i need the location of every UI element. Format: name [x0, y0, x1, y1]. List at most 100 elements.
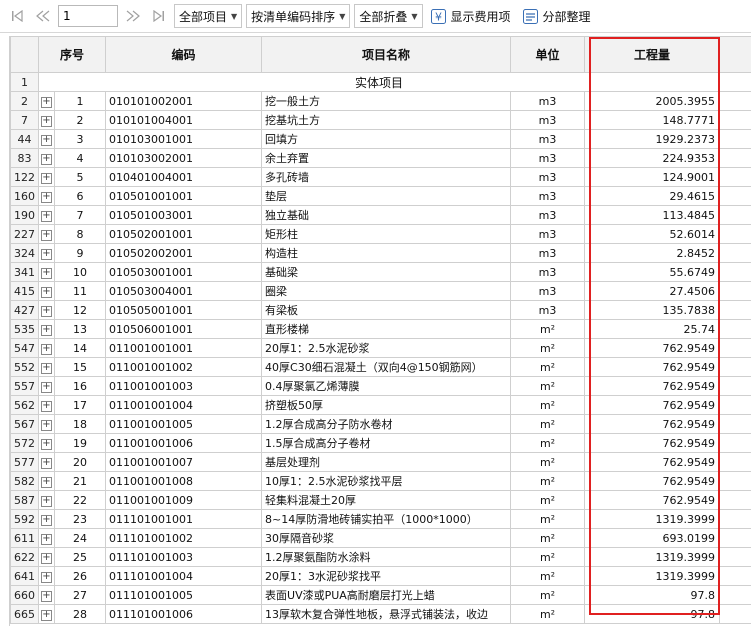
quantity-cell[interactable]: 113.4845 — [584, 205, 721, 225]
table-row[interactable]: 160 +6 010501001001 垫层 m3 29.4615 — [10, 186, 751, 206]
seq-cell[interactable]: 12 — [53, 300, 107, 320]
expand-plus-icon[interactable]: + — [41, 192, 52, 203]
name-cell[interactable]: 构造柱 — [261, 243, 512, 263]
expand-plus-icon[interactable]: + — [41, 458, 52, 469]
quantity-cell[interactable]: 762.9549 — [584, 471, 721, 491]
expand-toggle[interactable]: + — [38, 604, 55, 624]
seq-cell[interactable]: 26 — [53, 566, 107, 586]
code-cell[interactable]: 011001001001 — [105, 338, 263, 358]
expand-toggle[interactable]: + — [38, 148, 55, 168]
quantity-cell[interactable]: 25.74 — [584, 319, 721, 339]
name-cell[interactable]: 13厚软木复合弹性地板，悬浮式铺装法，收边 — [261, 604, 512, 624]
seq-cell[interactable]: 2 — [53, 110, 107, 130]
expand-plus-icon[interactable]: + — [41, 230, 52, 241]
table-row[interactable]: 190 +7 010501003001 独立基础 m3 113.4845 — [10, 205, 751, 225]
expand-toggle[interactable]: + — [38, 376, 55, 396]
quantity-cell[interactable]: 97.8 — [584, 604, 721, 624]
code-cell[interactable]: 011101001001 — [105, 509, 263, 529]
table-row[interactable]: 552 +15 011001001002 40厚C30细石混凝土（双向4@150钢筋网… — [10, 357, 751, 377]
quantity-cell[interactable]: 124.9001 — [584, 167, 721, 187]
last-page-icon[interactable] — [148, 5, 170, 27]
expand-toggle[interactable]: + — [38, 414, 55, 434]
name-cell[interactable]: 基层处理剂 — [261, 452, 512, 472]
table-row[interactable]: 587 +22 011001001009 轻集料混凝土20厚 m² 762.9549 — [10, 490, 751, 510]
expand-toggle[interactable]: + — [38, 433, 55, 453]
unit-cell[interactable]: m² — [510, 452, 586, 472]
expand-plus-icon[interactable]: + — [41, 268, 52, 279]
expand-plus-icon[interactable]: + — [41, 135, 52, 146]
table-row[interactable]: 2 +1 010101002001 挖一般土方 m3 2005.3955 — [10, 91, 751, 111]
seq-cell[interactable]: 10 — [53, 262, 107, 282]
seq-cell[interactable]: 14 — [53, 338, 107, 358]
expand-toggle[interactable]: + — [38, 224, 55, 244]
expand-toggle[interactable]: + — [38, 566, 55, 586]
expand-plus-icon[interactable]: + — [41, 382, 52, 393]
expand-toggle[interactable]: + — [38, 110, 55, 130]
expand-plus-icon[interactable]: + — [41, 211, 52, 222]
seq-cell[interactable]: 19 — [53, 433, 107, 453]
expand-toggle[interactable]: + — [38, 300, 55, 320]
table-row[interactable]: 535 +13 010506001001 直形楼梯 m² 25.74 — [10, 319, 751, 339]
unit-cell[interactable]: m² — [510, 528, 586, 548]
group-row[interactable]: 1 实体项目 — [10, 72, 751, 92]
show-fee-button[interactable]: ¥ 显示费用项 — [427, 8, 515, 25]
sort-dropdown[interactable]: 按清单编码排序 ▼ — [246, 4, 351, 28]
name-cell[interactable]: 挤塑板50厚 — [261, 395, 512, 415]
unit-cell[interactable]: m3 — [510, 262, 586, 282]
code-cell[interactable]: 010502002001 — [105, 243, 263, 263]
code-cell[interactable]: 011101001006 — [105, 604, 263, 624]
quantity-cell[interactable]: 224.9353 — [584, 148, 721, 168]
expand-toggle[interactable]: + — [38, 186, 55, 206]
unit-cell[interactable]: m3 — [510, 224, 586, 244]
expand-toggle[interactable]: + — [38, 452, 55, 472]
name-cell[interactable]: 8~14厚防滑地砖铺实拍平（1000*1000） — [261, 509, 512, 529]
code-cell[interactable]: 010503001001 — [105, 262, 263, 282]
unit-cell[interactable]: m² — [510, 395, 586, 415]
expand-toggle[interactable]: + — [38, 243, 55, 263]
expand-plus-icon[interactable]: + — [41, 534, 52, 545]
code-cell[interactable]: 010502001001 — [105, 224, 263, 244]
quantity-cell[interactable]: 55.6749 — [584, 262, 721, 282]
table-row[interactable]: 324 +9 010502002001 构造柱 m3 2.8452 — [10, 243, 751, 263]
expand-toggle[interactable]: + — [38, 471, 55, 491]
name-cell[interactable]: 20厚1：2.5水泥砂浆 — [261, 338, 512, 358]
table-row[interactable]: 665 +28 011101001006 13厚软木复合弹性地板，悬浮式铺装法，收边 m… — [10, 604, 751, 624]
code-cell[interactable]: 011101001005 — [105, 585, 263, 605]
table-row[interactable]: 562 +17 011001001004 挤塑板50厚 m² 762.9549 — [10, 395, 751, 415]
unit-cell[interactable]: m3 — [510, 129, 586, 149]
expand-plus-icon[interactable]: + — [41, 572, 52, 583]
expand-plus-icon[interactable]: + — [41, 439, 52, 450]
code-cell[interactable]: 010103002001 — [105, 148, 263, 168]
seq-cell[interactable]: 9 — [53, 243, 107, 263]
expand-plus-icon[interactable]: + — [41, 97, 52, 108]
expand-toggle[interactable]: + — [38, 585, 55, 605]
code-cell[interactable]: 011001001009 — [105, 490, 263, 510]
unit-cell[interactable]: m3 — [510, 110, 586, 130]
quantity-cell[interactable]: 762.9549 — [584, 395, 721, 415]
prev-page-icon[interactable] — [32, 5, 54, 27]
expand-toggle[interactable]: + — [38, 395, 55, 415]
expand-plus-icon[interactable]: + — [41, 249, 52, 260]
quantity-cell[interactable]: 762.9549 — [584, 452, 721, 472]
unit-cell[interactable]: m3 — [510, 91, 586, 111]
quantity-cell[interactable]: 1319.3999 — [584, 566, 721, 586]
unit-cell[interactable]: m² — [510, 509, 586, 529]
seq-cell[interactable]: 5 — [53, 167, 107, 187]
expand-plus-icon[interactable]: + — [41, 116, 52, 127]
page-number-input[interactable] — [58, 5, 118, 27]
unit-cell[interactable]: m² — [510, 471, 586, 491]
expand-plus-icon[interactable]: + — [41, 496, 52, 507]
seq-cell[interactable]: 27 — [53, 585, 107, 605]
name-cell[interactable]: 1.5厚合成高分子卷材 — [261, 433, 512, 453]
expand-plus-icon[interactable]: + — [41, 477, 52, 488]
code-cell[interactable]: 011001001006 — [105, 433, 263, 453]
unit-cell[interactable]: m² — [510, 433, 586, 453]
quantity-cell[interactable]: 1929.2373 — [584, 129, 721, 149]
quantity-cell[interactable]: 97.8 — [584, 585, 721, 605]
code-cell[interactable]: 010503004001 — [105, 281, 263, 301]
expand-toggle[interactable]: + — [38, 129, 55, 149]
seq-cell[interactable]: 8 — [53, 224, 107, 244]
quantity-cell[interactable]: 52.6014 — [584, 224, 721, 244]
name-cell[interactable]: 挖一般土方 — [261, 91, 512, 111]
quantity-cell[interactable]: 1319.3999 — [584, 547, 721, 567]
